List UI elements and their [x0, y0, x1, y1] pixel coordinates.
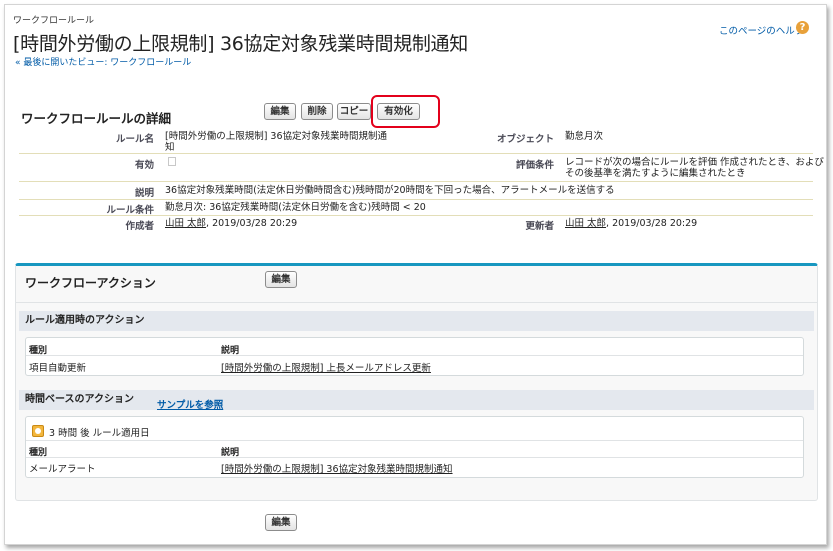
- created-by-user-link[interactable]: 山田 太郎: [165, 218, 206, 229]
- page-title: [時間外労働の上限規制] 36協定対象残業時間規制通知: [13, 33, 468, 55]
- object-label: オブジェクト: [496, 134, 554, 145]
- evaluation-criteria-line1: レコードが次の場合にルールを評価 作成されたとき、および: [565, 157, 824, 168]
- actions-edit-button[interactable]: 編集: [265, 271, 297, 288]
- modified-by-label: 更新者: [525, 221, 554, 232]
- immediate-action-description-link[interactable]: [時間外労働の上限規制] 上長メールアドレス更新: [221, 360, 431, 374]
- active-label: 有効: [134, 160, 154, 171]
- row-divider: [19, 215, 813, 216]
- rule-criteria-value: 勤怠月次: 36協定残業時間(法定休日労働を含む)残時間 < 20: [165, 202, 426, 213]
- rule-name-value-line2: 知: [165, 142, 175, 153]
- time-based-action-type: メールアラート: [29, 464, 96, 475]
- time-based-action-description-link[interactable]: [時間外労働の上限規制] 36協定対象残業時間規制通知: [221, 461, 453, 475]
- time-based-actions-label: 時間ベースのアクション: [25, 394, 134, 405]
- clock-icon: [32, 425, 44, 437]
- table-header-divider: [26, 457, 803, 458]
- help-link[interactable]: このページのヘルプ: [719, 23, 804, 37]
- rule-name-label: ルール名: [115, 134, 154, 145]
- time-trigger-label: 3 時間 後 ルール適用日: [49, 428, 150, 439]
- evaluation-criteria-label: 評価条件: [515, 160, 554, 171]
- row-divider: [19, 153, 813, 154]
- sample-link[interactable]: サンプルを参照: [157, 397, 223, 411]
- row-divider: [19, 199, 813, 200]
- back-to-list-link[interactable]: « 最後に開いたビュー: ワークフロールール: [15, 55, 191, 68]
- immediate-actions-title: ルール適用時のアクション: [19, 311, 814, 331]
- page-frame: ワークフロールール [時間外労働の上限規制] 36協定対象残業時間規制通知 « …: [4, 4, 827, 545]
- delete-button[interactable]: 削除: [301, 103, 333, 120]
- copy-button[interactable]: コピー: [337, 103, 371, 120]
- created-by-label: 作成者: [125, 221, 154, 232]
- row-divider: [19, 181, 813, 182]
- immediate-action-type: 項目自動更新: [29, 363, 87, 374]
- workflow-actions-title: ワークフローアクション: [25, 276, 156, 290]
- time-based-actions-title: 時間ベースのアクション: [19, 390, 814, 410]
- object-value: 勤怠月次: [565, 131, 604, 142]
- edit-button[interactable]: 編集: [264, 103, 296, 120]
- created-date: , 2019/03/28 20:29: [206, 218, 298, 229]
- panel-divider: [16, 302, 817, 303]
- rule-name-value-line1: [時間外労働の上限規制] 36協定対象残業時間規制通: [165, 131, 388, 142]
- object-type-label: ワークフロールール: [13, 16, 95, 26]
- active-checkbox: [168, 157, 176, 166]
- evaluation-criteria-line2: その後基準を満たすように編集されたとき: [565, 168, 746, 179]
- help-icon[interactable]: ?: [796, 21, 809, 34]
- detail-section-title: ワークフロールールの詳細: [21, 111, 172, 126]
- description-value: 36協定対象残業時間(法定休日労働時間含む)残時間が20時間を下回った場合、アラ…: [165, 185, 615, 196]
- modified-date: , 2019/03/28 20:29: [606, 218, 698, 229]
- table-header-divider: [26, 355, 803, 356]
- activate-highlight-box: [371, 95, 440, 128]
- rule-criteria-label: ルール条件: [106, 205, 154, 216]
- description-label: 説明: [134, 188, 154, 199]
- bottom-edit-button[interactable]: 編集: [265, 514, 297, 531]
- created-by-value: 山田 太郎, 2019/03/28 20:29: [165, 218, 297, 229]
- trigger-divider: [26, 440, 803, 441]
- modified-by-user-link[interactable]: 山田 太郎: [565, 218, 606, 229]
- modified-by-value: 山田 太郎, 2019/03/28 20:29: [565, 218, 697, 229]
